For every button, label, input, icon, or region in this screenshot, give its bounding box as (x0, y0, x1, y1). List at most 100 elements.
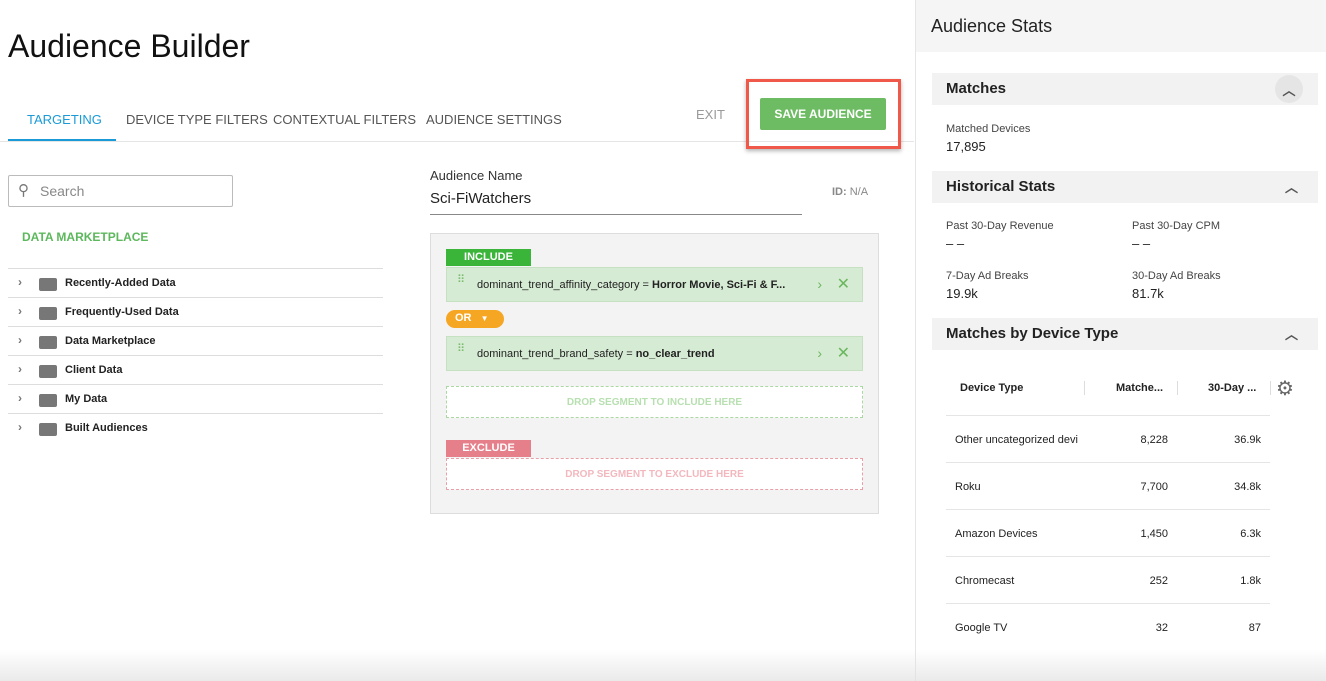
folder-icon (39, 278, 57, 291)
audience-stats-panel: Audience Stats Matches ︿ Matched Devices … (915, 0, 1326, 681)
tab-targeting[interactable]: TARGETING (27, 112, 102, 127)
table-row[interactable]: Amazon Devices 1,450 6.3k (946, 509, 1270, 556)
tab-audience-settings[interactable]: AUDIENCE SETTINGS (426, 112, 562, 127)
stat-label: Past 30-Day CPM (1132, 220, 1221, 232)
tab-device-type-filters[interactable]: DEVICE TYPE FILTERS (126, 112, 268, 127)
chevron-up-icon[interactable]: ︿ (1285, 177, 1298, 196)
ad-breaks-cell: 87 (1248, 622, 1261, 634)
chevron-right-icon[interactable]: › (817, 345, 822, 361)
folder-icon (39, 307, 57, 320)
operator-value: OR (455, 312, 472, 324)
search-placeholder: Search (40, 183, 85, 199)
tree-item[interactable]: › Client Data (8, 355, 383, 384)
column-header-30-day[interactable]: 30-Day ... (1208, 382, 1256, 394)
folder-icon (39, 365, 57, 378)
table-row[interactable]: Other uncategorized devi 8,228 36.9k (946, 415, 1270, 462)
audience-name-input[interactable]: Sci-FiWatchers (430, 190, 802, 215)
matches-cell: 252 (1149, 575, 1168, 587)
device-type-title: Matches by Device Type (946, 325, 1119, 342)
rule-value: no_clear_trend (635, 348, 715, 360)
rule-item[interactable]: ⠿ dominant_trend_affinity_category = Horr… (446, 267, 863, 302)
historical-header[interactable]: Historical Stats ︿ (932, 171, 1318, 203)
tree-item[interactable]: › My Data (8, 384, 383, 413)
operator-dropdown[interactable]: OR ▼ (446, 310, 504, 328)
id-value: N/A (849, 186, 869, 198)
table-row[interactable]: Roku 7,700 34.8k (946, 462, 1270, 509)
chevron-right-icon[interactable]: › (18, 362, 22, 376)
chevron-up-icon[interactable]: ︿ (1275, 75, 1303, 103)
close-icon[interactable]: ✕ (837, 274, 850, 294)
drag-handle-icon[interactable]: ⠿ (457, 275, 467, 286)
tree-item[interactable]: › Frequently-Used Data (8, 297, 383, 326)
column-divider (1177, 381, 1178, 395)
chevron-right-icon[interactable]: › (18, 391, 22, 405)
drop-include-zone[interactable]: DROP SEGMENT TO INCLUDE HERE (446, 386, 863, 418)
close-icon[interactable]: ✕ (837, 343, 850, 363)
column-divider (1270, 381, 1271, 395)
matched-devices-label: Matched Devices (946, 123, 1031, 135)
chevron-right-icon[interactable]: › (18, 420, 22, 434)
column-divider (1084, 381, 1085, 395)
exit-button[interactable]: EXIT (696, 107, 725, 122)
matches-cell: 7,700 (1140, 481, 1168, 493)
ad-breaks-cell: 6.3k (1240, 528, 1261, 540)
save-audience-button[interactable]: SAVE AUDIENCE (760, 98, 886, 130)
drag-handle-icon[interactable]: ⠿ (457, 344, 467, 355)
matches-header[interactable]: Matches ︿ (932, 73, 1318, 105)
ad-breaks-cell: 36.9k (1234, 434, 1261, 446)
caret-down-icon: ▼ (480, 314, 489, 323)
tree-item-label: Recently-Added Data (65, 277, 176, 289)
tree-item[interactable]: › Built Audiences (8, 413, 383, 442)
tree-item[interactable]: › Data Marketplace (8, 326, 383, 355)
exclude-label: EXCLUDE (446, 440, 531, 457)
device-type-cell: Google TV (955, 622, 1008, 634)
stat-label: Past 30-Day Revenue (946, 220, 1054, 232)
ad-breaks-cell: 34.8k (1234, 481, 1261, 493)
gear-icon[interactable]: ⚙ (1276, 376, 1294, 401)
tree-item-label: Frequently-Used Data (65, 306, 179, 318)
matched-devices-value: 17,895 (946, 139, 986, 154)
rule-value: Horror Movie, Sci-Fi & F... (652, 279, 786, 291)
device-type-cell: Other uncategorized devi (955, 434, 1078, 446)
page-title: Audience Builder (8, 28, 250, 64)
bottom-fade (0, 650, 1326, 681)
table-row[interactable]: Chromecast 252 1.8k (946, 556, 1270, 603)
rule-key: dominant_trend_affinity_category = (477, 279, 649, 291)
chevron-right-icon[interactable]: › (18, 304, 22, 318)
tab-contextual-filters[interactable]: CONTEXTUAL FILTERS (273, 112, 416, 127)
chevron-up-icon[interactable]: ︿ (1285, 324, 1298, 343)
historical-title: Historical Stats (946, 178, 1056, 195)
matches-cell: 1,450 (1140, 528, 1168, 540)
stat-value: – – (946, 236, 965, 251)
drop-exclude-zone[interactable]: DROP SEGMENT TO EXCLUDE HERE (446, 458, 863, 490)
chevron-right-icon[interactable]: › (817, 276, 822, 292)
matches-cell: 8,228 (1140, 434, 1168, 446)
search-icon: ⚲ (18, 182, 29, 199)
rule-item[interactable]: ⠿ dominant_trend_brand_safety = no_clear_… (446, 336, 863, 371)
matches-cell: 32 (1155, 622, 1168, 634)
search-input[interactable]: ⚲ Search (8, 175, 233, 207)
id-label: ID: (832, 186, 847, 198)
ad-breaks-cell: 1.8k (1240, 575, 1261, 587)
stat-value: 81.7k (1132, 286, 1164, 301)
data-marketplace-link[interactable]: DATA MARKETPLACE (22, 230, 148, 244)
rule-key: dominant_trend_brand_safety = (477, 348, 633, 360)
stat-value: – – (1132, 236, 1151, 251)
stats-title: Audience Stats (916, 0, 1326, 52)
device-type-cell: Amazon Devices (955, 528, 1038, 540)
stat-label: 7-Day Ad Breaks (946, 270, 1029, 282)
table-row[interactable]: Google TV 32 87 (946, 603, 1270, 650)
device-type-header[interactable]: Matches by Device Type ︿ (932, 318, 1318, 350)
stat-label: 30-Day Ad Breaks (1132, 270, 1221, 282)
column-header-device-type[interactable]: Device Type (960, 382, 1023, 394)
folder-icon (39, 336, 57, 349)
column-header-matches[interactable]: Matche... (1116, 382, 1163, 394)
chevron-right-icon[interactable]: › (18, 275, 22, 289)
tree-item[interactable]: › Recently-Added Data (8, 268, 383, 297)
folder-icon (39, 423, 57, 436)
tree-item-label: Client Data (65, 364, 123, 376)
tree-item-label: Built Audiences (65, 422, 148, 434)
matches-title: Matches (946, 80, 1007, 97)
tree-item-label: My Data (65, 393, 108, 405)
chevron-right-icon[interactable]: › (18, 333, 22, 347)
